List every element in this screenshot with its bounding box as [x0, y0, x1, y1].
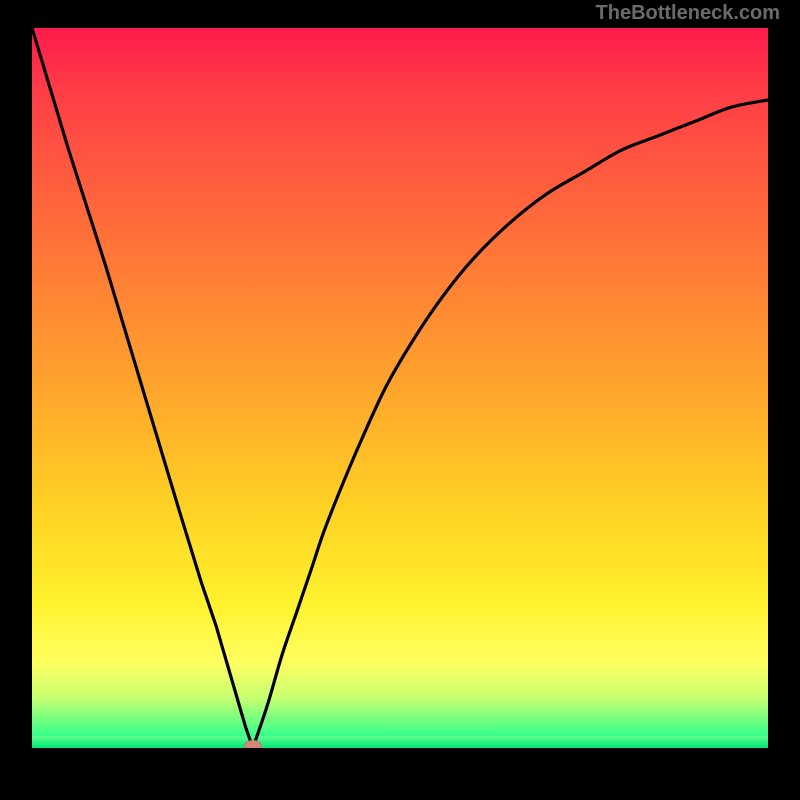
watermark-text: TheBottleneck.com	[596, 2, 780, 25]
chart-frame: TheBottleneck.com	[0, 0, 800, 800]
bottleneck-curve	[32, 28, 768, 748]
plot-area	[32, 28, 768, 748]
curve-path	[32, 28, 768, 748]
minimum-marker	[244, 740, 262, 748]
